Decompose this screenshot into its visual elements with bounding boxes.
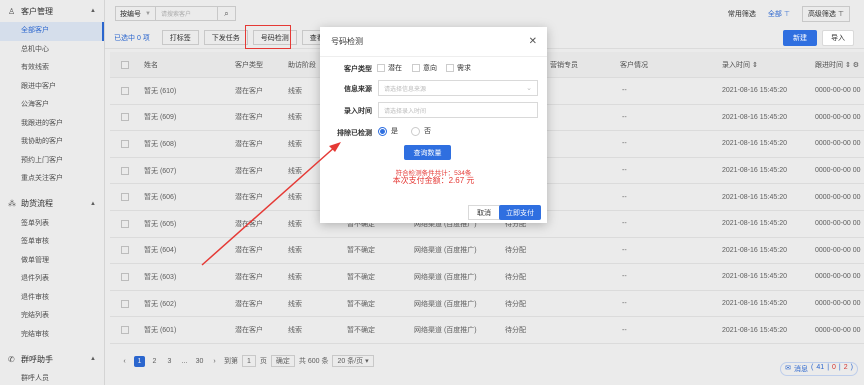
source-select[interactable]: 请选择信息来源 ⌄ (378, 80, 538, 96)
close-icon[interactable]: ✕ (529, 36, 537, 47)
exclude-yes-radio[interactable]: 是 (378, 126, 398, 136)
entry-time-input[interactable]: 请选择录入时间 (378, 102, 538, 118)
type-option-text: 需求 (457, 65, 471, 72)
radio-yes-text: 是 (391, 128, 398, 135)
highlight-box (245, 25, 291, 49)
radio-no-text: 否 (424, 128, 431, 135)
new-button[interactable]: 新建 (783, 30, 817, 46)
query-count-button[interactable]: 查询数量 (404, 145, 451, 160)
type-option-text: 潜在 (388, 65, 402, 72)
exclude-no-radio[interactable]: 否 (411, 126, 431, 136)
source-placeholder: 请选择信息来源 (384, 86, 427, 93)
number-check-dialog: 号码检测 ✕ 客户类型 潜在 意向 需求 信息来源 请选择信息来源 ⌄ 录入时间… (320, 27, 547, 223)
source-label: 信息来源 (344, 86, 372, 93)
type-option-intent[interactable]: 意向 (412, 63, 437, 73)
import-button[interactable]: 导入 (822, 30, 854, 46)
type-option-text: 意向 (423, 65, 437, 72)
entry-time-placeholder: 请选择录入时间 (384, 108, 427, 115)
type-option-demand[interactable]: 需求 (446, 63, 471, 73)
toolbar-right-actions: 新建 导入 (783, 30, 854, 46)
chevron-down-icon: ⌄ (526, 85, 532, 92)
cancel-button[interactable]: 取消 (468, 205, 500, 220)
customer-type-label: 客户类型 (344, 66, 372, 73)
type-option-latent[interactable]: 潜在 (377, 63, 402, 73)
exclude-checked-label: 排除已检测 (337, 130, 372, 137)
pay-now-button[interactable]: 立即支付 (499, 205, 541, 220)
dialog-title: 号码检测 (320, 27, 547, 57)
payment-amount-text: 本次支付金额：2.67 元 (392, 176, 475, 185)
entry-time-label: 录入时间 (344, 108, 372, 115)
